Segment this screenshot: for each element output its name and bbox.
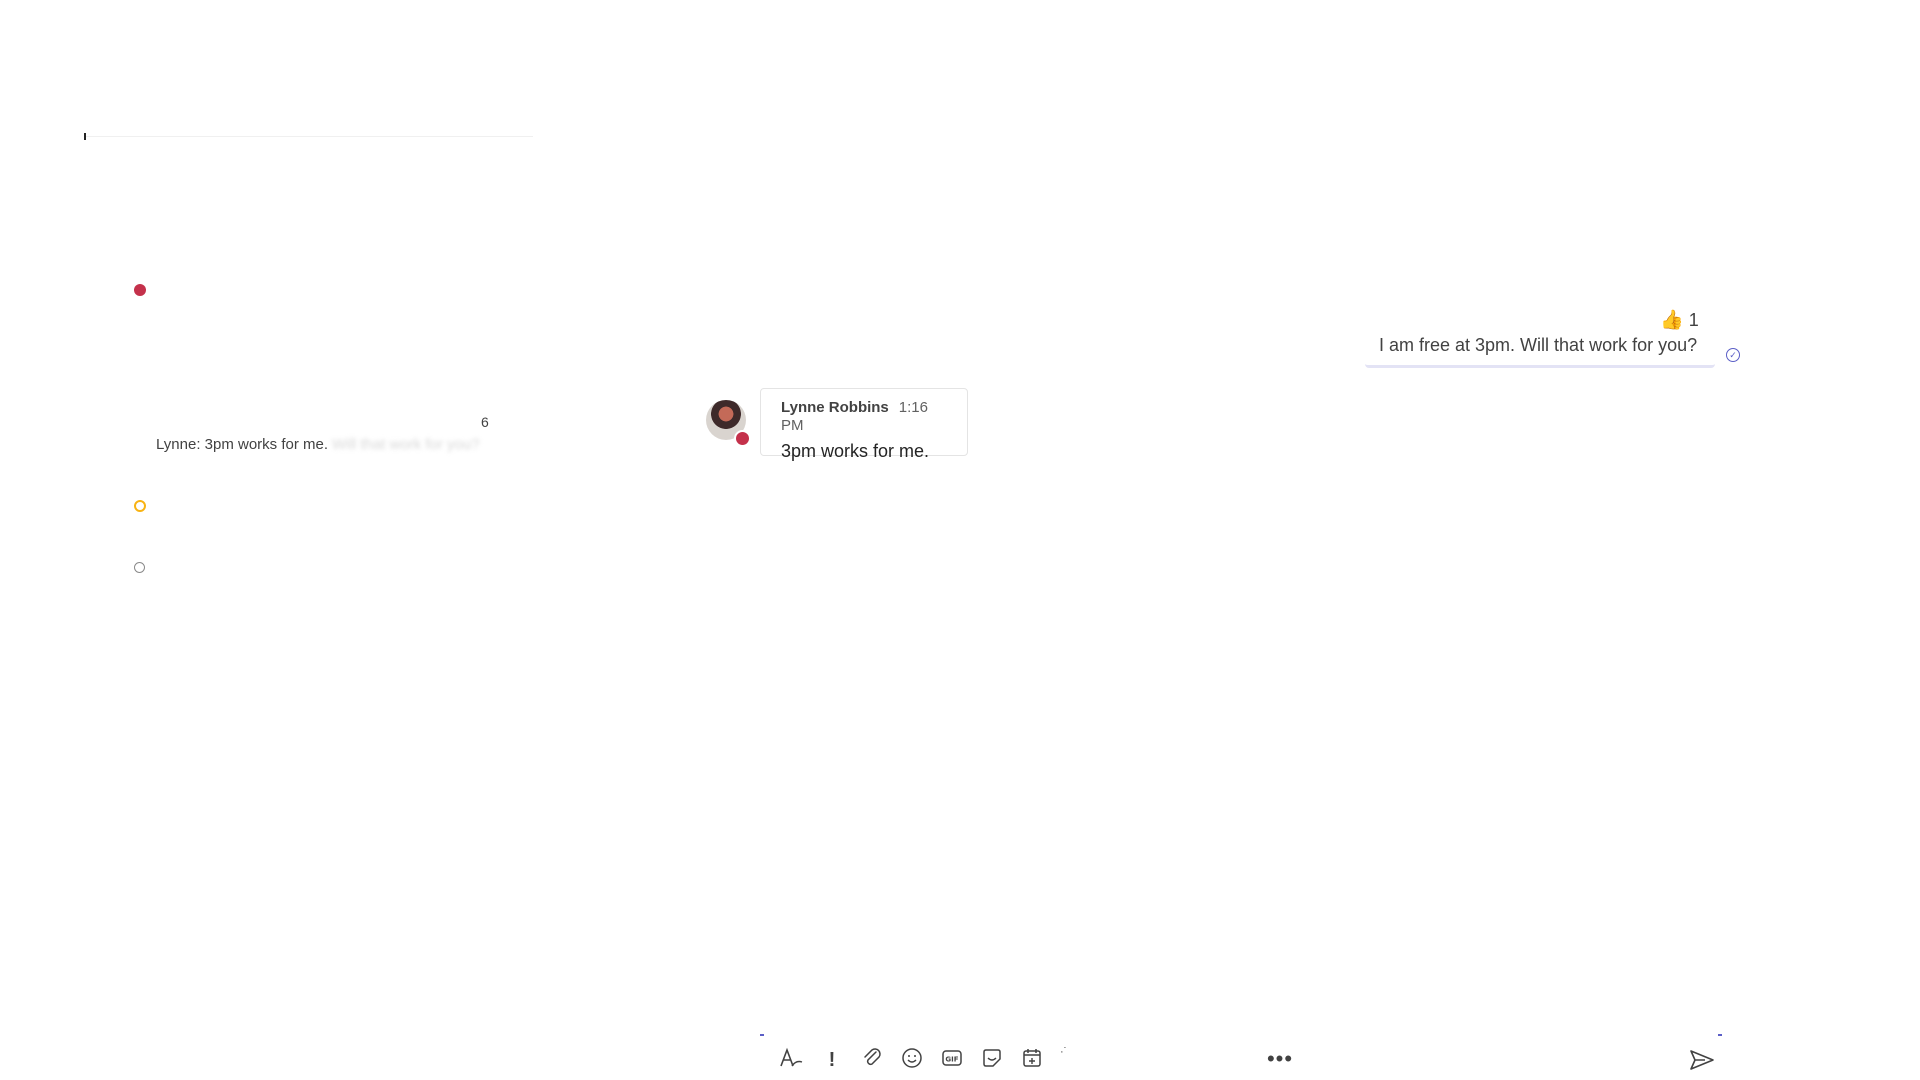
more-apps-marker[interactable]: ·˙ bbox=[1060, 1046, 1067, 1058]
presence-away-icon bbox=[134, 500, 146, 512]
chat-list-item-preview[interactable]: Lynne: 3pm works for me. Will that work f… bbox=[156, 436, 480, 453]
send-icon bbox=[1690, 1050, 1714, 1070]
sticker-icon[interactable] bbox=[976, 1046, 1008, 1074]
outgoing-message[interactable]: I am free at 3pm. Will that work for you… bbox=[1365, 330, 1715, 368]
svg-text:GIF: GIF bbox=[945, 1056, 958, 1064]
compose-box-corner bbox=[1718, 1034, 1722, 1036]
outgoing-message-text: I am free at 3pm. Will that work for you… bbox=[1379, 335, 1698, 355]
thumbs-up-icon: 👍 bbox=[1660, 310, 1684, 331]
presence-offline-icon bbox=[134, 562, 145, 573]
attach-icon[interactable] bbox=[856, 1046, 888, 1074]
compose-box-corner bbox=[760, 1034, 764, 1036]
presence-busy-icon bbox=[134, 284, 146, 296]
more-options-button[interactable]: ••• bbox=[1260, 1046, 1300, 1072]
incoming-message[interactable]: Lynne Robbins 1:16 PM 3pm works for me. bbox=[760, 388, 968, 461]
send-button[interactable] bbox=[1687, 1047, 1717, 1073]
unread-count: 6 bbox=[481, 414, 489, 430]
presence-busy-icon bbox=[734, 430, 751, 447]
seen-check-icon: ✓ bbox=[1726, 348, 1740, 362]
text-cursor bbox=[84, 133, 86, 140]
reaction-count: 1 bbox=[1688, 310, 1699, 330]
message-sender: Lynne Robbins bbox=[781, 399, 889, 416]
schedule-meeting-icon[interactable] bbox=[1016, 1046, 1048, 1074]
gif-icon[interactable]: GIF bbox=[936, 1046, 968, 1074]
chat-preview-faded-text: Will that work for you? bbox=[332, 436, 480, 453]
sidebar-search-divider bbox=[85, 136, 533, 137]
message-reaction[interactable]: 👍 1 bbox=[1660, 308, 1699, 332]
format-icon[interactable] bbox=[775, 1046, 807, 1074]
important-icon[interactable]: ! bbox=[816, 1046, 848, 1074]
emoji-icon[interactable] bbox=[896, 1046, 928, 1074]
chat-preview-text: Lynne: 3pm works for me. bbox=[156, 436, 329, 453]
incoming-message-text: 3pm works for me. bbox=[781, 441, 930, 461]
